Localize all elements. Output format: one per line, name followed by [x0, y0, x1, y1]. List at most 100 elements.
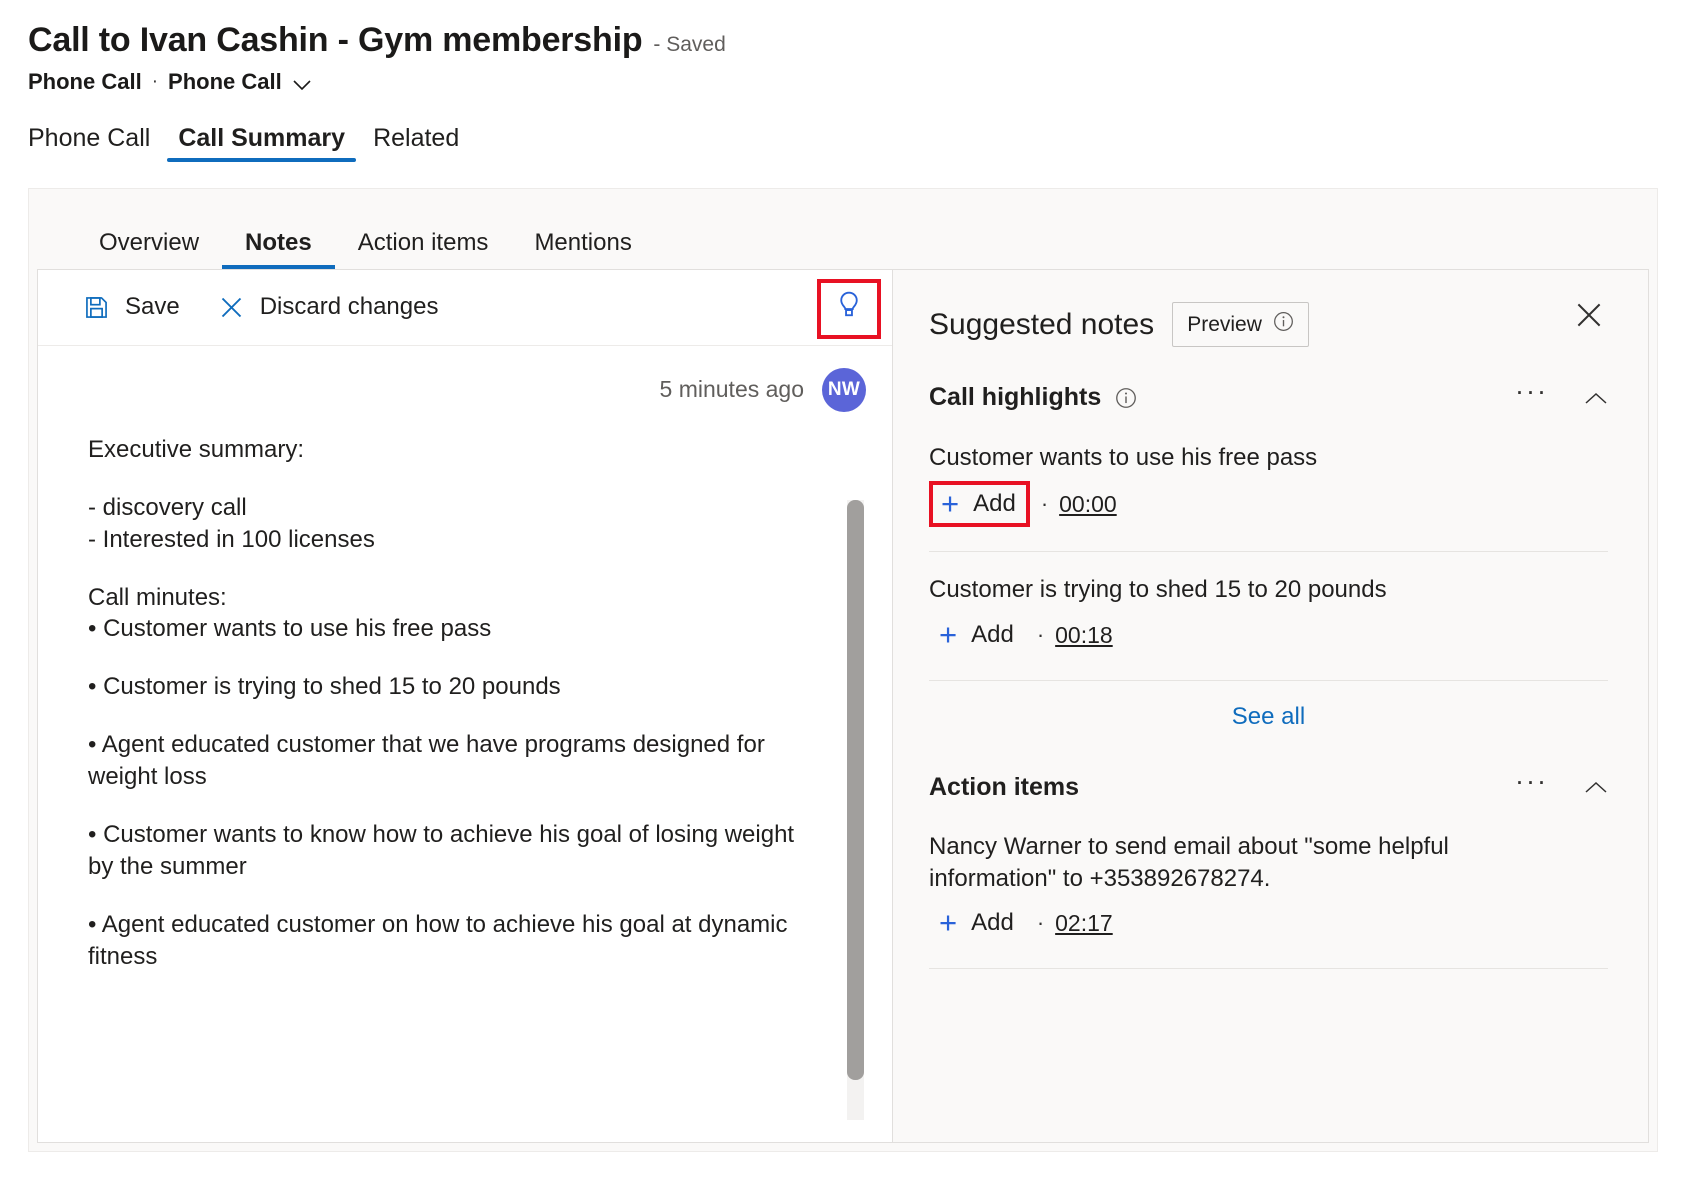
plus-icon: + [939, 623, 957, 648]
note-line: Call minutes: [88, 582, 813, 614]
notes-toolbar: Save Discard changes [38, 270, 892, 346]
section-action-items: Action items ··· Nancy Warner to send em… [893, 743, 1648, 969]
breadcrumb: Phone Call · Phone Call [28, 69, 1686, 95]
section-header: Call highlights ··· [929, 376, 1608, 420]
add-button-label: Add [971, 909, 1014, 937]
save-disk-icon [83, 294, 110, 321]
preview-badge-label: Preview [1187, 313, 1262, 337]
see-all-link[interactable]: See all [1232, 703, 1305, 731]
avatar[interactable]: NW [822, 368, 866, 412]
section-title: Action items [929, 773, 1079, 802]
add-button-label: Add [971, 621, 1014, 649]
list-item: Nancy Warner to send email about "some h… [929, 809, 1608, 944]
see-all-row: See all [929, 681, 1608, 743]
tab-label: Notes [245, 229, 312, 256]
divider [929, 968, 1608, 969]
item-actions: + Add · 00:00 [929, 481, 1608, 527]
notes-editor[interactable]: Executive summary: - discovery call - In… [38, 412, 892, 1142]
list-item: Customer is trying to shed 15 to 20 poun… [929, 552, 1608, 656]
form-tab-list: Phone Call Call Summary Related [28, 124, 1686, 162]
note-timestamp: 5 minutes ago [660, 376, 804, 403]
info-icon[interactable] [1115, 387, 1137, 409]
chevron-down-icon[interactable] [293, 78, 311, 89]
item-actions: + Add · 02:17 [929, 902, 1608, 944]
tab-label: Related [373, 124, 459, 152]
tab-overview[interactable]: Overview [76, 229, 222, 269]
note-line: - discovery call [88, 492, 813, 524]
notes-scrollbar[interactable] [847, 500, 864, 1120]
note-line: - Interested in 100 licenses [88, 524, 813, 556]
more-options-icon[interactable]: ··· [1505, 378, 1558, 405]
tab-mentions[interactable]: Mentions [511, 229, 654, 269]
lightbulb-icon[interactable] [834, 290, 864, 327]
card-body: Save Discard changes [37, 269, 1649, 1143]
discard-changes-label: Discard changes [260, 293, 439, 321]
tab-label: Mentions [534, 229, 631, 256]
timestamp-link[interactable]: 02:17 [1055, 910, 1113, 937]
list-item: Customer wants to use his free pass + Ad… [929, 420, 1608, 528]
note-spacer [88, 793, 892, 819]
breadcrumb-entity: Phone Call [28, 69, 142, 95]
note-spacer [88, 645, 892, 671]
add-button-label: Add [973, 490, 1016, 518]
save-status-label: - Saved [653, 33, 725, 57]
preview-badge[interactable]: Preview [1172, 302, 1309, 347]
info-icon[interactable] [1273, 311, 1294, 338]
notes-scrollbar-thumb[interactable] [847, 500, 864, 1080]
plus-icon: + [941, 492, 959, 517]
section-call-highlights: Call highlights ··· Cu [893, 354, 1648, 743]
add-button[interactable]: + Add [929, 481, 1030, 527]
note-line: • Agent educated customer on how to achi… [88, 909, 813, 973]
page-title: Call to Ivan Cashin - Gym membership [28, 20, 642, 61]
item-actions: + Add · 00:18 [929, 614, 1608, 656]
action-separator: · [1037, 910, 1044, 936]
tab-related[interactable]: Related [359, 124, 473, 162]
save-button-label: Save [125, 293, 180, 321]
call-summary-card: Overview Notes Action items Mentions Sav… [28, 188, 1658, 1152]
plus-icon: + [939, 911, 957, 936]
section-title: Call highlights [929, 383, 1101, 412]
tab-notes[interactable]: Notes [222, 229, 335, 269]
action-separator: · [1037, 622, 1044, 648]
more-options-icon[interactable]: ··· [1505, 768, 1558, 795]
chevron-up-icon[interactable] [1584, 391, 1608, 405]
breadcrumb-form: Phone Call [168, 69, 282, 95]
note-line: • Customer wants to use his free pass [88, 613, 813, 645]
note-meta-row: 5 minutes ago NW [38, 346, 892, 412]
summary-tab-list: Overview Notes Action items Mentions [29, 189, 1657, 269]
note-spacer [88, 466, 892, 492]
tab-label: Call Summary [178, 124, 345, 152]
highlight-text: Customer is trying to shed 15 to 20 poun… [929, 574, 1529, 606]
note-line: • Customer wants to know how to achieve … [88, 819, 813, 883]
timestamp-link[interactable]: 00:18 [1055, 622, 1113, 649]
action-item-text: Nancy Warner to send email about "some h… [929, 831, 1529, 894]
section-header: Action items ··· [929, 765, 1608, 809]
tab-label: Action items [358, 229, 489, 256]
record-header: Call to Ivan Cashin - Gym membership - S… [0, 0, 1686, 95]
close-panel-button[interactable] [1572, 298, 1606, 332]
notes-pane: Save Discard changes [37, 269, 892, 1143]
discard-changes-button[interactable]: Discard changes [218, 293, 439, 321]
timestamp-link[interactable]: 00:00 [1059, 491, 1117, 518]
add-button[interactable]: + Add [929, 902, 1026, 944]
note-spacer [88, 703, 892, 729]
tab-action-items[interactable]: Action items [335, 229, 512, 269]
suggested-notes-panel: Suggested notes Preview [892, 269, 1649, 1143]
add-button[interactable]: + Add [929, 614, 1026, 656]
note-line: Executive summary: [88, 434, 813, 466]
title-row: Call to Ivan Cashin - Gym membership - S… [28, 20, 1686, 61]
suggested-notes-header: Suggested notes Preview [893, 270, 1648, 354]
tab-call-summary[interactable]: Call Summary [164, 124, 359, 162]
action-separator: · [1041, 491, 1048, 517]
breadcrumb-separator: · [152, 71, 158, 93]
suggested-notes-title: Suggested notes [929, 308, 1154, 342]
note-line: • Customer is trying to shed 15 to 20 po… [88, 671, 813, 703]
tab-phone-call[interactable]: Phone Call [28, 124, 164, 162]
chevron-up-icon[interactable] [1584, 780, 1608, 794]
note-spacer [88, 883, 892, 909]
close-x-icon [218, 294, 245, 321]
tab-label: Phone Call [28, 124, 150, 152]
save-button[interactable]: Save [83, 293, 180, 321]
note-spacer [88, 556, 892, 582]
tab-label: Overview [99, 229, 199, 256]
